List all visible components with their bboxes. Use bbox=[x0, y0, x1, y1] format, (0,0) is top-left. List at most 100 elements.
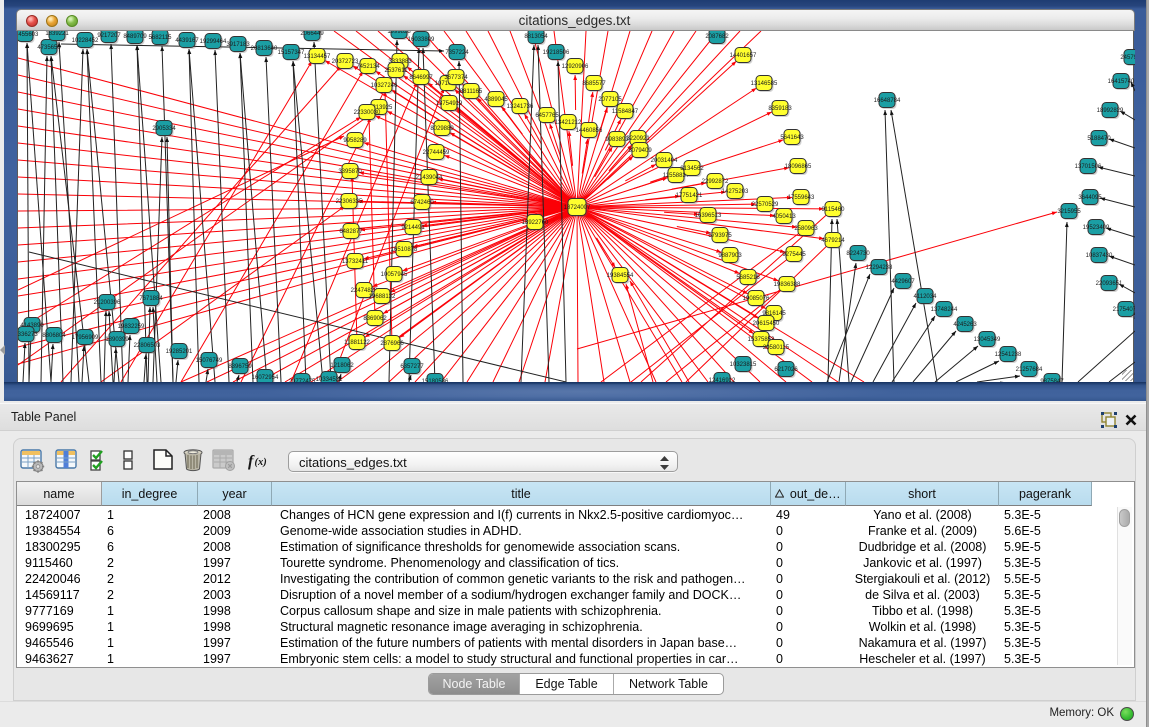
svg-text:1999828: 1999828 bbox=[387, 31, 411, 35]
svg-text:5793975: 5793975 bbox=[708, 233, 732, 239]
svg-text:2905334: 2905334 bbox=[152, 126, 176, 132]
svg-text:8811165: 8811165 bbox=[460, 89, 483, 95]
svg-text:20615450: 20615450 bbox=[753, 321, 780, 327]
svg-text:19285201: 19285201 bbox=[166, 349, 193, 355]
svg-text:9958289: 9958289 bbox=[343, 138, 367, 144]
svg-text:1839221: 1839221 bbox=[45, 31, 69, 37]
svg-text:2066449: 2066449 bbox=[300, 31, 324, 37]
svg-text:21200396: 21200396 bbox=[94, 300, 121, 306]
svg-text:8224730: 8224730 bbox=[846, 251, 870, 257]
svg-text:9115460: 9115460 bbox=[822, 207, 846, 213]
svg-text:22455603: 22455603 bbox=[18, 32, 39, 38]
svg-text:2876966: 2876966 bbox=[380, 341, 404, 347]
svg-text:11584847: 11584847 bbox=[612, 109, 639, 115]
svg-text:8029889: 8029889 bbox=[430, 126, 454, 132]
svg-text:19523409: 19523409 bbox=[1083, 225, 1110, 231]
svg-text:13748244: 13748244 bbox=[931, 307, 958, 313]
svg-text:13701506: 13701506 bbox=[1075, 164, 1102, 170]
svg-text:18724007: 18724007 bbox=[564, 205, 591, 211]
svg-text:11881122: 11881122 bbox=[344, 340, 370, 346]
svg-text:22093651: 22093651 bbox=[1096, 281, 1123, 287]
svg-text:8134562: 8134562 bbox=[680, 166, 704, 172]
svg-text:2580963: 2580963 bbox=[794, 226, 818, 232]
svg-text:21257684: 21257684 bbox=[1016, 367, 1043, 373]
svg-text:8369062: 8369062 bbox=[363, 316, 387, 322]
svg-text:(x): (x) bbox=[255, 457, 267, 468]
svg-text:8079409: 8079409 bbox=[628, 148, 652, 154]
svg-text:6742460: 6742460 bbox=[410, 200, 434, 206]
svg-text:22570529: 22570529 bbox=[752, 202, 779, 208]
svg-text:10327246: 10327246 bbox=[371, 83, 398, 89]
svg-text:13146585: 13146585 bbox=[751, 81, 778, 87]
svg-text:8359183: 8359183 bbox=[768, 106, 792, 112]
svg-text:6457765: 6457765 bbox=[535, 113, 559, 119]
svg-text:22744459: 22744459 bbox=[423, 150, 450, 156]
svg-text:9214491: 9214491 bbox=[401, 225, 425, 231]
svg-text:14401657: 14401657 bbox=[730, 53, 757, 59]
svg-text:13421212: 13421212 bbox=[555, 120, 582, 126]
svg-text:15180586: 15180586 bbox=[422, 379, 449, 382]
svg-text:5641643: 5641643 bbox=[780, 135, 804, 141]
svg-text:4735650: 4735650 bbox=[37, 45, 61, 51]
svg-text:10057945: 10057945 bbox=[381, 272, 408, 278]
svg-text:8336273: 8336273 bbox=[18, 332, 38, 338]
svg-text:8806804: 8806804 bbox=[42, 333, 66, 339]
svg-text:16510878: 16510878 bbox=[391, 247, 418, 253]
svg-text:3917183: 3917183 bbox=[226, 42, 250, 48]
svg-text:8396759: 8396759 bbox=[228, 364, 252, 370]
svg-text:16396513: 16396513 bbox=[695, 213, 722, 219]
svg-text:18922760: 18922760 bbox=[522, 220, 549, 226]
svg-text:10334531: 10334531 bbox=[316, 377, 343, 382]
svg-text:13754919: 13754919 bbox=[436, 101, 463, 107]
svg-text:7671884: 7671884 bbox=[139, 296, 163, 302]
svg-text:12416912: 12416912 bbox=[709, 378, 736, 382]
svg-text:9875847: 9875847 bbox=[1040, 379, 1064, 382]
svg-text:19384554: 19384554 bbox=[607, 273, 634, 279]
svg-text:3644095: 3644095 bbox=[1078, 195, 1102, 201]
svg-text:20372723: 20372723 bbox=[332, 59, 359, 65]
svg-text:4429607: 4429607 bbox=[891, 279, 915, 285]
svg-text:9217207: 9217207 bbox=[97, 33, 121, 39]
svg-text:19688132: 19688132 bbox=[369, 294, 396, 300]
svg-text:13241736: 13241736 bbox=[507, 104, 534, 110]
svg-text:15076749: 15076749 bbox=[196, 358, 223, 364]
svg-text:22330030: 22330030 bbox=[354, 110, 381, 116]
svg-text:8489709: 8489709 bbox=[123, 34, 147, 40]
svg-text:16648784: 16648784 bbox=[874, 98, 901, 104]
svg-text:14275203: 14275203 bbox=[722, 189, 749, 195]
svg-text:19085076: 19085076 bbox=[743, 296, 770, 302]
svg-text:12541238: 12541238 bbox=[995, 352, 1022, 358]
svg-text:10837430: 10837430 bbox=[1086, 253, 1113, 259]
svg-text:6217026: 6217026 bbox=[774, 367, 798, 373]
svg-text:19299464: 19299464 bbox=[200, 39, 227, 45]
svg-text:9887903: 9887903 bbox=[718, 253, 742, 259]
svg-text:10323815: 10323815 bbox=[730, 362, 757, 368]
svg-text:16415740: 16415740 bbox=[1108, 79, 1135, 85]
svg-text:16072954: 16072954 bbox=[252, 375, 279, 381]
svg-text:2077105: 2077105 bbox=[598, 97, 622, 103]
svg-text:13045349: 13045349 bbox=[974, 337, 1001, 343]
svg-text:13732411: 13732411 bbox=[342, 259, 369, 265]
svg-text:21754078: 21754078 bbox=[1113, 307, 1135, 313]
svg-text:15157347: 15157347 bbox=[278, 50, 305, 56]
svg-text:19218506: 19218506 bbox=[543, 50, 570, 56]
svg-text:5685216: 5685216 bbox=[736, 275, 760, 281]
svg-text:6357277: 6357277 bbox=[400, 364, 424, 370]
svg-text:10228452: 10228452 bbox=[72, 38, 99, 44]
svg-text:20772475: 20772475 bbox=[289, 379, 316, 382]
svg-text:19832259: 19832259 bbox=[118, 324, 145, 330]
svg-text:12294238: 12294238 bbox=[866, 265, 893, 271]
svg-text:22806503: 22806503 bbox=[134, 343, 161, 349]
svg-text:4050413: 4050413 bbox=[772, 214, 796, 220]
svg-text:3395870: 3395870 bbox=[338, 169, 362, 175]
svg-text:7452134: 7452134 bbox=[356, 64, 380, 70]
svg-text:3215955: 3215955 bbox=[1057, 209, 1081, 215]
svg-text:17956909: 17956909 bbox=[72, 335, 99, 341]
svg-text:4389045: 4389045 bbox=[484, 97, 508, 103]
svg-text:4439167: 4439167 bbox=[175, 38, 199, 44]
svg-text:20813640: 20813640 bbox=[251, 46, 278, 52]
svg-text:7357224: 7357224 bbox=[445, 50, 469, 56]
svg-text:5682115: 5682115 bbox=[149, 35, 173, 41]
svg-text:9275445: 9275445 bbox=[782, 252, 806, 258]
svg-text:21439044: 21439044 bbox=[416, 175, 443, 181]
